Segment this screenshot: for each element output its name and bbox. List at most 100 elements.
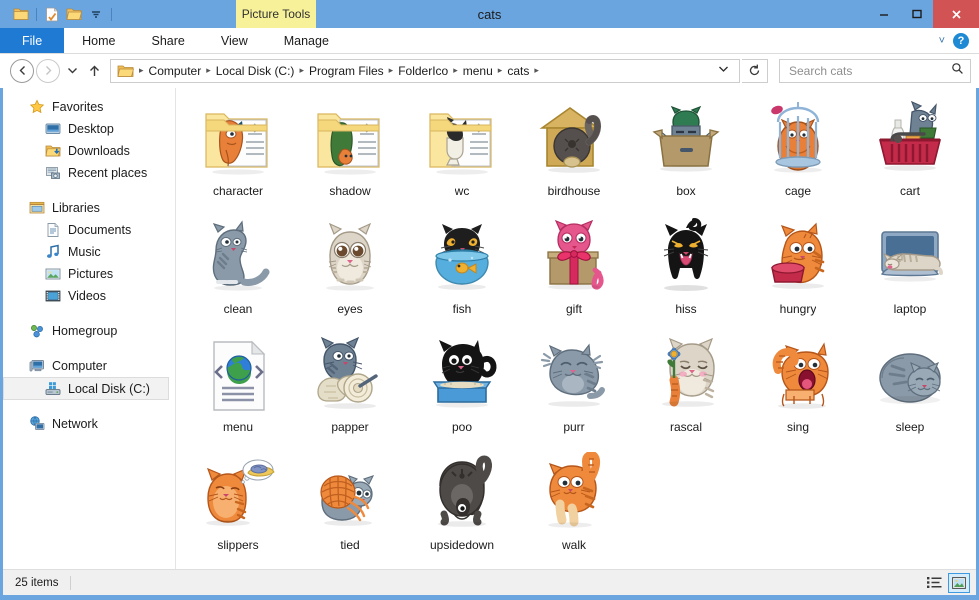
tab-manage[interactable]: Manage (265, 28, 347, 53)
refresh-button[interactable] (742, 58, 768, 83)
file-item-box[interactable]: box (630, 92, 742, 210)
file-item-purr[interactable]: purr (518, 328, 630, 446)
file-item-cart[interactable]: cart (854, 92, 966, 210)
file-item-character[interactable]: character (182, 92, 294, 210)
breadcrumb-item-program-files[interactable]: Program Files (305, 64, 388, 78)
folder-open-icon[interactable] (63, 3, 85, 25)
file-item-clean[interactable]: clean (182, 210, 294, 328)
recent-locations-button[interactable] (62, 59, 82, 83)
file-label: cart (899, 184, 920, 198)
help-icon[interactable]: ? (953, 32, 969, 49)
file-item-slippers[interactable]: slippers (182, 446, 294, 564)
music-icon (45, 244, 61, 260)
new-folder-icon[interactable] (41, 3, 63, 25)
cat-hungry-icon (771, 222, 825, 289)
file-item-poo[interactable]: poo (406, 328, 518, 446)
search-input[interactable] (789, 63, 951, 78)
file-label: walk (561, 538, 586, 552)
sidebar-item-desktop[interactable]: Desktop (3, 118, 175, 140)
sidebar-item-homegroup[interactable]: Homegroup (3, 320, 175, 342)
file-item-cage[interactable]: cage (742, 92, 854, 210)
search-icon[interactable] (951, 62, 964, 80)
up-button[interactable] (84, 59, 104, 83)
tab-share[interactable]: Share (133, 28, 203, 53)
local-disk-icon (45, 381, 61, 397)
breadcrumb-item-local-disk[interactable]: Local Disk (C:) (212, 64, 299, 78)
cat-cart-icon (878, 100, 942, 171)
file-item-eyes[interactable]: eyes (294, 210, 406, 328)
sidebar-item-pictures[interactable]: Pictures (3, 263, 175, 285)
sidebar-item-recent-places[interactable]: Recent places (3, 162, 175, 184)
cat-papper-icon (317, 336, 378, 409)
search-box[interactable] (779, 58, 971, 83)
breadcrumb-item-cats[interactable]: cats (503, 64, 533, 78)
sidebar-item-computer[interactable]: Computer (3, 355, 175, 377)
sidebar-item-documents[interactable]: Documents (3, 219, 175, 241)
large-icons-view-button[interactable] (948, 572, 970, 593)
file-label: sleep (895, 420, 925, 434)
sidebar-label-computer: Computer (52, 359, 107, 373)
cat-walk-icon (548, 452, 601, 528)
sidebar-item-favorites[interactable]: Favorites (3, 96, 175, 118)
cat-birdhouse-icon (539, 107, 601, 173)
expand-ribbon-icon[interactable]: ˅ (939, 35, 945, 47)
cat-upsidedown-icon (438, 455, 492, 527)
sidebar-label-pictures: Pictures (68, 267, 114, 281)
details-view-button[interactable] (923, 573, 945, 593)
navigation-pane: Favorites Desktop Downloads Recent place… (3, 88, 175, 569)
file-item-upsidedown[interactable]: upsidedown (406, 446, 518, 564)
cat-tied-icon (320, 475, 375, 526)
file-label: birdhouse (547, 184, 601, 198)
file-item-papper[interactable]: papper (294, 328, 406, 446)
homegroup-icon (29, 323, 45, 339)
sidebar-item-libraries[interactable]: Libraries (3, 197, 175, 219)
file-item-gift[interactable]: gift (518, 210, 630, 328)
tab-view[interactable]: View (202, 28, 266, 53)
minimize-button[interactable] (867, 0, 900, 28)
sidebar-item-music[interactable]: Music (3, 241, 175, 263)
breadcrumb-item-computer[interactable]: Computer (145, 64, 206, 78)
folder-cat-character-icon (205, 113, 268, 175)
file-item-fish[interactable]: fish (406, 210, 518, 328)
status-bar: 25 items (3, 569, 976, 595)
folder-icon[interactable] (10, 3, 32, 25)
folder-cat-wc-icon (429, 113, 492, 175)
file-item-sleep[interactable]: sleep (854, 328, 966, 446)
sidebar-item-local-disk-c[interactable]: Local Disk (C:) (3, 377, 169, 400)
file-item-rascal[interactable]: rascal (630, 328, 742, 446)
close-button[interactable] (933, 0, 979, 28)
maximize-button[interactable] (900, 0, 933, 28)
tab-file[interactable]: File (0, 28, 65, 53)
file-item-hiss[interactable]: hiss (630, 210, 742, 328)
file-item-walk[interactable]: walk (518, 446, 630, 564)
cat-hiss-icon (663, 218, 709, 291)
chevron-down-icon[interactable] (85, 3, 107, 25)
sidebar-gap-4 (3, 400, 175, 413)
cat-sleep-icon (879, 353, 941, 404)
sidebar-item-downloads[interactable]: Downloads (3, 140, 175, 162)
forward-button[interactable] (36, 58, 60, 83)
sidebar-item-videos[interactable]: Videos (3, 285, 175, 307)
file-item-menu[interactable]: menu (182, 328, 294, 446)
back-button[interactable] (10, 58, 34, 83)
file-item-sing[interactable]: sing (742, 328, 854, 446)
file-item-tied[interactable]: tied (294, 446, 406, 564)
file-label: cage (784, 184, 812, 198)
breadcrumb[interactable]: ▸ Computer ▸ Local Disk (C:) ▸ Program F… (110, 58, 740, 83)
sidebar-item-network[interactable]: Network (3, 413, 175, 435)
tab-home[interactable]: Home (64, 28, 134, 53)
file-item-birdhouse[interactable]: birdhouse (518, 92, 630, 210)
cat-rascal-icon (662, 337, 715, 407)
breadcrumb-dropdown-icon[interactable] (708, 65, 735, 76)
breadcrumb-item-menu[interactable]: menu (459, 64, 497, 78)
recent-places-icon (45, 165, 61, 181)
file-label: hiss (675, 302, 697, 316)
file-item-hungry[interactable]: hungry (742, 210, 854, 328)
sidebar-gap-2 (3, 307, 175, 320)
file-item-laptop[interactable]: laptop (854, 210, 966, 328)
breadcrumb-item-folderico[interactable]: FolderIco (394, 64, 452, 78)
folder-cat-shadow-icon (317, 113, 380, 175)
file-item-shadow[interactable]: shadow (294, 92, 406, 210)
file-item-wc[interactable]: wc (406, 92, 518, 210)
file-list-pane[interactable]: character shadow wc birdhouse box cage c… (175, 88, 976, 569)
